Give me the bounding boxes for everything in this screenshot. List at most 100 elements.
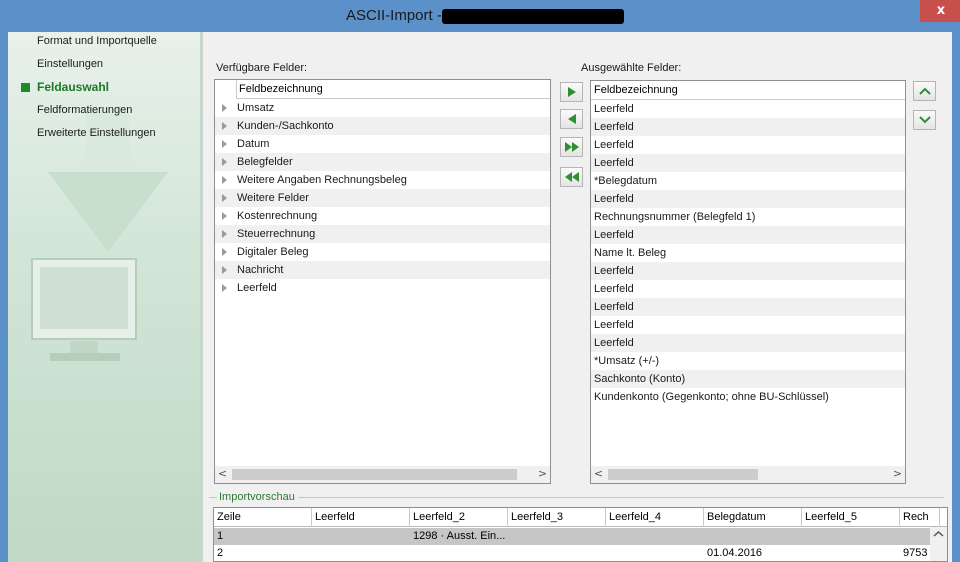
selected-fields-hscroll[interactable]: < > [591, 466, 905, 483]
grid-column-header[interactable]: Zeile [214, 508, 312, 527]
selected-field-item[interactable]: Leerfeld [591, 136, 905, 154]
move-up-button[interactable] [913, 81, 936, 101]
available-field-label: Kostenrechnung [237, 210, 318, 222]
table-row[interactable]: 1 1298 · Ausst. Ein... [214, 528, 947, 545]
selected-fields-label: Ausgewählte Felder: [581, 62, 682, 74]
import-preview-grid[interactable]: Zeile Leerfeld Leerfeld_2 Leerfeld_3 Leerfel… [213, 507, 948, 562]
available-field-item[interactable]: Nachricht [215, 261, 550, 279]
nav-feldauswahl[interactable]: Feldauswahl [37, 80, 109, 94]
selected-fields-header[interactable]: Feldbezeichnung [591, 81, 905, 100]
available-field-item[interactable]: Weitere Felder [215, 189, 550, 207]
nav-feldformatierungen[interactable]: Feldformatierungen [37, 104, 132, 116]
selected-field-item[interactable]: Rechnungsnummer (Belegfeld 1) [591, 208, 905, 226]
table-cell [606, 545, 704, 561]
selected-field-item[interactable]: Leerfeld [591, 154, 905, 172]
move-down-button[interactable] [913, 110, 936, 130]
expand-arrow-icon[interactable] [222, 266, 227, 274]
table-cell: 1 [217, 530, 224, 542]
remove-field-button[interactable] [560, 109, 583, 129]
selected-field-item[interactable]: *Umsatz (+/-) [591, 352, 905, 370]
scroll-right-icon[interactable]: > [890, 467, 905, 480]
scroll-right-icon[interactable]: > [535, 467, 550, 480]
table-cell [508, 545, 606, 561]
scroll-thumb[interactable] [608, 469, 758, 480]
grid-column-header[interactable]: Leerfeld_4 [606, 508, 704, 527]
double-arrow-left-icon [564, 172, 579, 182]
selected-field-item[interactable]: Leerfeld [591, 262, 905, 280]
grid-column-header[interactable]: Belegdatum [704, 508, 802, 527]
grid-column-header[interactable]: Leerfeld [312, 508, 410, 527]
expand-arrow-icon[interactable] [222, 284, 227, 292]
expand-arrow-icon[interactable] [222, 158, 227, 166]
expand-arrow-icon[interactable] [222, 230, 227, 238]
scroll-left-icon[interactable]: < [215, 467, 230, 480]
available-field-item[interactable]: Leerfeld [215, 279, 550, 297]
selected-field-item[interactable]: Sachkonto (Konto) [591, 370, 905, 388]
selected-field-item[interactable]: Name lt. Beleg [591, 244, 905, 262]
window-title: ASCII-Import - [346, 7, 442, 24]
scroll-left-icon[interactable]: < [591, 467, 606, 480]
table-cell [802, 528, 900, 545]
expand-arrow-icon[interactable] [222, 248, 227, 256]
available-field-label: Steuerrechnung [237, 228, 316, 240]
grid-vscroll[interactable] [930, 527, 947, 561]
selected-field-item[interactable]: Leerfeld [591, 100, 905, 118]
import-dialog: Format und Importquelle Einstellungen Fe… [8, 32, 952, 562]
available-fields-header[interactable]: Feldbezeichnung [236, 80, 550, 99]
grid-column-header[interactable]: Leerfeld_5 [802, 508, 900, 527]
expand-arrow-icon[interactable] [222, 194, 227, 202]
expand-arrow-icon[interactable] [222, 104, 227, 112]
nav-erweiterte-einstellungen[interactable]: Erweiterte Einstellungen [37, 127, 156, 139]
add-all-fields-button[interactable] [560, 137, 583, 157]
selected-field-item[interactable]: Leerfeld [591, 280, 905, 298]
table-row[interactable]: 2 01.04.2016 9753 [214, 545, 947, 561]
available-field-item[interactable]: Digitaler Beleg [215, 243, 550, 261]
grid-column-header[interactable]: Leerfeld_3 [508, 508, 606, 527]
close-button[interactable]: x [920, 0, 960, 22]
selected-field-item[interactable]: Kundenkonto (Gegenkonto; ohne BU-Schlüss… [591, 388, 905, 406]
available-field-label: Nachricht [237, 264, 284, 276]
available-fields-list[interactable]: Feldbezeichnung Umsatz Kunden-/Sachkonto D… [214, 79, 551, 484]
group-divider [209, 497, 217, 498]
expand-arrow-icon[interactable] [222, 176, 227, 184]
available-field-item[interactable]: Belegfelder [215, 153, 550, 171]
available-field-label: Datum [237, 138, 270, 150]
table-cell [312, 528, 410, 545]
available-field-item[interactable]: Steuerrechnung [215, 225, 550, 243]
selected-field-item[interactable]: Leerfeld [591, 226, 905, 244]
table-cell [802, 545, 900, 561]
remove-all-fields-button[interactable] [560, 167, 583, 187]
available-field-item[interactable]: Umsatz [215, 99, 550, 117]
grid-column-header[interactable]: Leerfeld_2 [410, 508, 508, 527]
grid-column-header[interactable]: Rech [900, 508, 940, 527]
scroll-thumb[interactable] [232, 469, 517, 480]
computer-decoration-icon [31, 258, 137, 361]
table-cell [704, 528, 802, 545]
group-divider [298, 497, 944, 498]
selected-field-item[interactable]: Leerfeld [591, 316, 905, 334]
selected-field-item[interactable]: Leerfeld [591, 190, 905, 208]
selected-field-item[interactable]: Leerfeld [591, 334, 905, 352]
selected-field-item[interactable]: Leerfeld [591, 298, 905, 316]
available-fields-label: Verfügbare Felder: [216, 62, 308, 74]
add-field-button[interactable] [560, 82, 583, 102]
title-bar: ASCII-Import - x [0, 0, 960, 32]
available-field-item[interactable]: Kostenrechnung [215, 207, 550, 225]
expand-arrow-icon[interactable] [222, 140, 227, 148]
table-cell: 2 [217, 547, 224, 559]
expand-arrow-icon[interactable] [222, 212, 227, 220]
selected-fields-list[interactable]: Feldbezeichnung Leerfeld Leerfeld Leerfeld… [590, 80, 906, 484]
available-fields-hscroll[interactable]: < > [215, 466, 550, 483]
selected-field-item[interactable]: Leerfeld [591, 118, 905, 136]
available-field-item[interactable]: Weitere Angaben Rechnungsbeleg [215, 171, 550, 189]
available-field-item[interactable]: Datum [215, 135, 550, 153]
available-field-label: Leerfeld [237, 282, 277, 294]
double-arrow-right-icon [564, 142, 579, 152]
selected-field-item[interactable]: *Belegdatum [591, 172, 905, 190]
nav-einstellungen[interactable]: Einstellungen [37, 58, 103, 70]
nav-format-und-importquelle[interactable]: Format und Importquelle [37, 35, 157, 47]
expand-arrow-icon[interactable] [222, 122, 227, 130]
available-field-item[interactable]: Kunden-/Sachkonto [215, 117, 550, 135]
available-field-label: Belegfelder [237, 156, 293, 168]
chevron-up-icon[interactable] [930, 527, 947, 541]
